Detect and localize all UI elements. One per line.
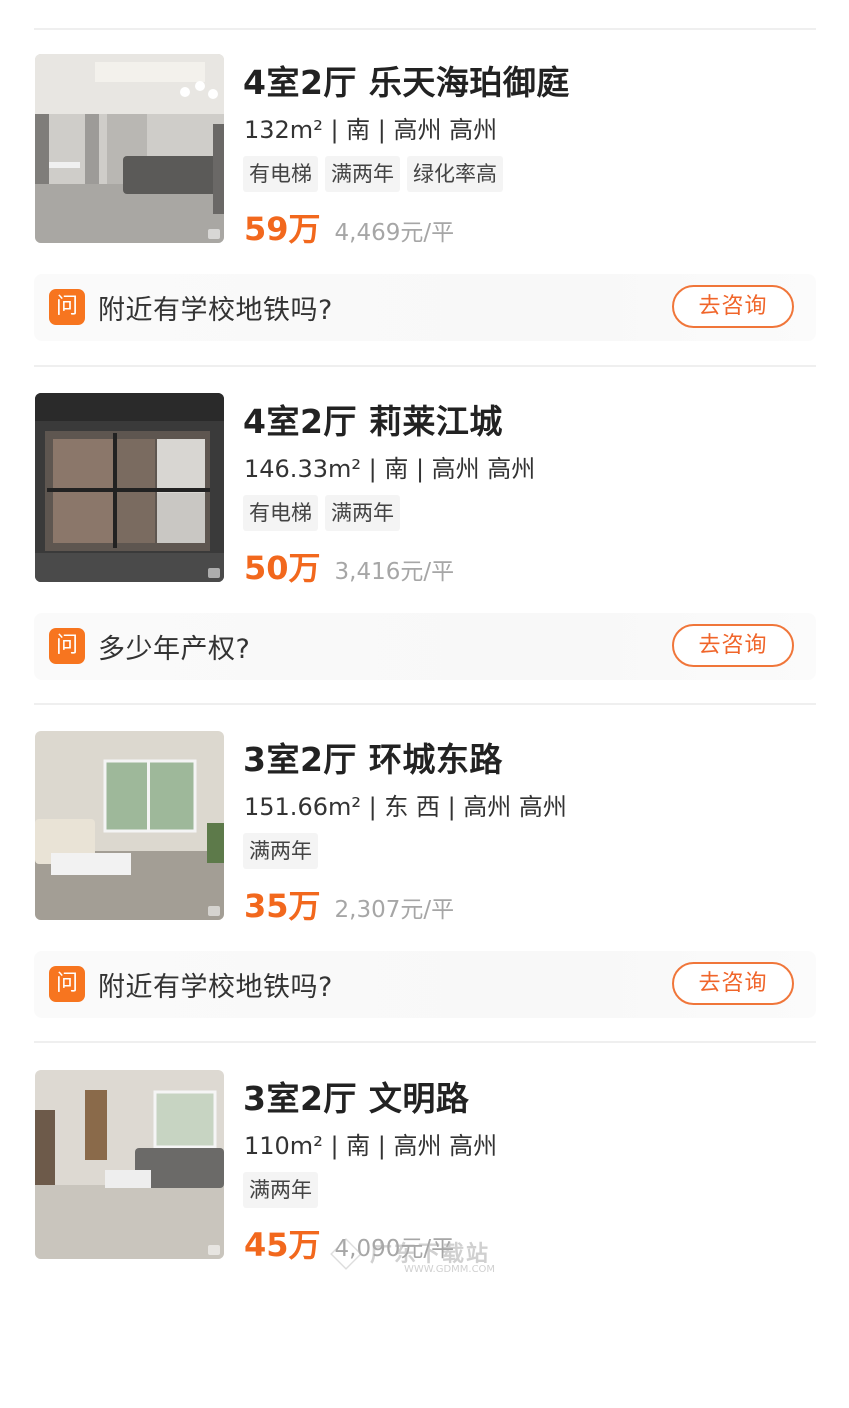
price-per-sqm: 3,416元/平 — [334, 559, 455, 585]
price-per-sqm: 2,307元/平 — [334, 897, 455, 923]
price-total: 50万 — [244, 549, 321, 587]
site-watermark: 广东下载站 WWW.GDMM.COM — [330, 1236, 530, 1280]
listing-title[interactable]: 4室2厅 莉莱江城 — [243, 395, 503, 443]
listing-card[interactable]: 4室2厅 莉莱江城 146.33m² | 南 | 高州 高州 有电梯 满两年 5… — [34, 393, 816, 731]
listing-photo[interactable] — [35, 393, 224, 582]
question-icon: 问 — [49, 628, 85, 664]
listing-tags: 满两年 — [243, 833, 318, 869]
tag-two-years: 满两年 — [325, 156, 400, 192]
listing-tags: 有电梯 满两年 — [243, 495, 400, 531]
question-text[interactable]: 多少年产权? — [98, 627, 250, 666]
listing-card[interactable]: 4室2厅 乐天海珀御庭 132m² | 南 | 高州 高州 有电梯 满两年 绿化… — [34, 54, 816, 392]
tag-two-years: 满两年 — [325, 495, 400, 531]
price-per-sqm: 4,469元/平 — [334, 220, 455, 246]
top-divider — [34, 28, 816, 30]
listing-title[interactable]: 4室2厅 乐天海珀御庭 — [243, 56, 570, 104]
price-total: 59万 — [244, 210, 321, 248]
listing-info: 110m² | 南 | 高州 高州 — [244, 1132, 498, 1160]
consult-button[interactable]: 去咨询 — [672, 962, 794, 1005]
question-text[interactable]: 附近有学校地铁吗? — [98, 965, 333, 1004]
tag-elevator: 有电梯 — [243, 156, 318, 192]
listing-price: 59万 4,469元/平 — [244, 204, 454, 250]
price-total: 45万 — [244, 1226, 321, 1264]
question-row[interactable]: 问 附近有学校地铁吗? 去咨询 — [34, 274, 816, 341]
tag-greenery: 绿化率高 — [407, 156, 503, 192]
question-icon: 问 — [49, 289, 85, 325]
listing-photo[interactable] — [35, 1070, 224, 1259]
listing-title[interactable]: 3室2厅 文明路 — [243, 1072, 469, 1120]
listing-price: 50万 3,416元/平 — [244, 543, 454, 589]
listing-price: 35万 2,307元/平 — [244, 881, 454, 927]
tag-elevator: 有电梯 — [243, 495, 318, 531]
price-total: 35万 — [244, 887, 321, 925]
listing-tags: 满两年 — [243, 1172, 318, 1208]
consult-button[interactable]: 去咨询 — [672, 285, 794, 328]
question-icon: 问 — [49, 966, 85, 1002]
listing-divider — [34, 365, 816, 367]
watermark-url: WWW.GDMM.COM — [404, 1264, 496, 1275]
listing-card[interactable]: 3室2厅 环城东路 151.66m² | 东 西 | 高州 高州 满两年 35万… — [34, 731, 816, 1069]
listing-photo[interactable] — [35, 54, 224, 243]
listing-divider — [34, 1041, 816, 1043]
watermark-logo-icon — [330, 1238, 362, 1270]
consult-button[interactable]: 去咨询 — [672, 624, 794, 667]
tag-two-years: 满两年 — [243, 833, 318, 869]
question-row[interactable]: 问 附近有学校地铁吗? 去咨询 — [34, 951, 816, 1018]
question-text[interactable]: 附近有学校地铁吗? — [98, 288, 333, 327]
listing-title[interactable]: 3室2厅 环城东路 — [243, 733, 503, 781]
listing-info: 151.66m² | 东 西 | 高州 高州 — [244, 793, 567, 821]
listing-divider — [34, 703, 816, 705]
listing-info: 146.33m² | 南 | 高州 高州 — [244, 455, 536, 483]
listing-photo[interactable] — [35, 731, 224, 920]
tag-two-years: 满两年 — [243, 1172, 318, 1208]
listing-tags: 有电梯 满两年 绿化率高 — [243, 156, 503, 192]
question-row[interactable]: 问 多少年产权? 去咨询 — [34, 613, 816, 680]
listing-info: 132m² | 南 | 高州 高州 — [244, 116, 498, 144]
